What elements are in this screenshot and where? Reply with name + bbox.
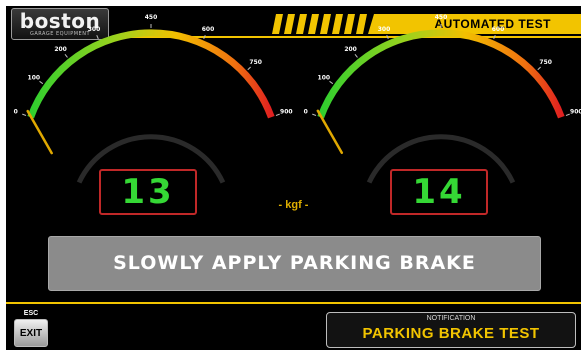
- right-gauge-tick-label: 0: [304, 109, 308, 116]
- esc-caption: ESC: [23, 310, 39, 317]
- left-gauge-tick-label: 450: [145, 14, 158, 21]
- right-gauge-tick: [537, 66, 541, 71]
- left-gauge-needle: [26, 109, 53, 155]
- notification-caption: NOTIFICATION: [426, 315, 476, 322]
- left-gauge-tick-label: 200: [54, 46, 67, 53]
- left-gauge-tick-label: 900: [280, 109, 293, 116]
- gauge-right: 0 100 200 300 450 600 750 900: [304, 14, 581, 184]
- footer-divider: [6, 302, 581, 304]
- gauge-left: 0 100 200 300 450 600 750 900: [14, 14, 293, 184]
- right-gauge-tick: [329, 80, 334, 85]
- left-gauge-tick-label: 750: [249, 59, 262, 66]
- left-gauge-tick-label: 300: [88, 26, 101, 33]
- left-gauge-tick-label: 600: [202, 26, 215, 33]
- right-gauge-tick-label: 200: [344, 46, 357, 53]
- instruction-panel: SLOWLY APPLY PARKING BRAKE: [48, 236, 541, 291]
- right-gauge-tick-label: 450: [435, 14, 448, 21]
- left-gauge-tick: [96, 35, 99, 40]
- left-gauge-tick-label: 100: [28, 74, 41, 81]
- test-screen: boston GARAGE EQUIPMENT AUTOMATED TEST 0…: [6, 6, 581, 350]
- right-gauge-tick: [386, 35, 389, 40]
- left-gauge-tick: [39, 80, 44, 85]
- right-gauge-tick-label: 300: [378, 26, 391, 33]
- unit-label: - kgf -: [278, 199, 309, 211]
- left-gauge-tick: [203, 35, 206, 40]
- right-gauge-tick: [312, 113, 317, 116]
- right-gauge-tick: [354, 54, 358, 58]
- notification-text: PARKING BRAKE TEST: [362, 325, 540, 342]
- right-gauge-tick-label: 750: [539, 59, 552, 66]
- right-gauge-tick-label: 600: [492, 26, 505, 33]
- right-gauge-needle: [316, 109, 344, 155]
- left-gauge-tick: [22, 113, 27, 116]
- left-gauge-tick: [247, 66, 251, 71]
- right-gauge-tick: [493, 35, 496, 40]
- left-gauge-tick: [64, 54, 68, 58]
- right-gauge-tick-label: 900: [570, 109, 581, 116]
- notification-panel: NOTIFICATION PARKING BRAKE TEST: [326, 312, 576, 348]
- left-gauge-tick-label: 0: [14, 109, 18, 116]
- right-gauge-tick-label: 100: [318, 74, 331, 81]
- exit-button[interactable]: EXIT: [14, 319, 48, 347]
